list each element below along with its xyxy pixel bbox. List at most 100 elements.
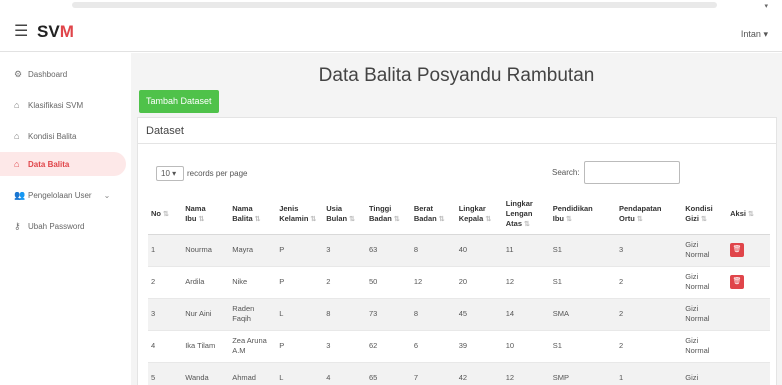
sidebar-item-pengelolaan-user[interactable]: 👥 Pengelolaan User ⌄: [0, 183, 126, 207]
column-header-label: Pendidikan Ibu: [552, 203, 593, 223]
records-per-page-select[interactable]: 10 ▾: [156, 166, 184, 181]
cell-usia: 2: [323, 266, 366, 299]
cell-nama-balita: Raden Faqih: [229, 298, 277, 331]
sidebar-item-kondisi[interactable]: ⌂ Kondisi Balita: [0, 124, 126, 148]
brand-logo[interactable]: SVM: [37, 23, 74, 41]
cell-kondisi-gizi: Gizi Normal: [682, 298, 728, 331]
sidebar-item-dashboard[interactable]: ⚙ Dashboard: [0, 62, 126, 86]
cell-usia: 4: [323, 362, 366, 385]
sort-icon: ⇅: [438, 215, 445, 223]
hamburger-menu-icon[interactable]: ☰: [14, 24, 28, 40]
column-header[interactable]: Lingkar Lengan Atas ⇅: [502, 195, 550, 235]
cell-jenis-kelamin: P: [276, 266, 324, 299]
user-menu[interactable]: Intan ▾: [741, 29, 768, 40]
cell-lingkar-lengan: 10: [502, 330, 550, 363]
dataset-card: Dataset 10 ▾ records per page Search: No…: [137, 117, 777, 385]
brand-sv: SV: [37, 22, 60, 41]
sidebar-item-label: Klasifikasi SVM: [28, 100, 84, 110]
sort-icon: ⇅: [349, 215, 355, 223]
column-header[interactable]: Usia Bulan ⇅: [323, 195, 366, 235]
column-header[interactable]: Berat Badan ⇅: [410, 195, 456, 235]
cell-no: 5: [148, 362, 183, 385]
column-header-label: No: [151, 208, 161, 218]
sidebar-item-klasifikasi[interactable]: ⌂ Klasifikasi SVM: [0, 93, 126, 117]
cell-nama-balita: Ahmad: [229, 362, 277, 385]
cell-pendapatan: 3: [616, 234, 683, 267]
cell-lingkar-lengan: 14: [502, 298, 550, 331]
cell-no: 1: [148, 234, 183, 267]
cell-aksi: 🗑: [727, 266, 770, 299]
cell-pendidikan: SMA: [549, 298, 616, 331]
column-header[interactable]: Pendidikan Ibu ⇅: [549, 195, 616, 235]
add-dataset-button[interactable]: Tambah Dataset: [139, 90, 219, 113]
column-header[interactable]: Lingkar Kepala ⇅: [455, 195, 503, 235]
table-row: 5 Wanda Ahmad L 4 65 7 42 12 SMP 1 Gizi: [148, 362, 770, 385]
sidebar-item-data-balita[interactable]: ⌂ Data Balita: [0, 152, 126, 176]
cell-berat: 8: [410, 234, 456, 267]
home-icon: ⌂: [14, 159, 20, 169]
column-header-label: Lingkar Kepala: [458, 203, 486, 223]
column-header[interactable]: Tinggi Badan ⇅: [365, 195, 411, 235]
column-header[interactable]: Pendapatan Ortu ⇅: [616, 195, 683, 235]
sidebar-item-label: Data Balita: [28, 159, 70, 169]
cell-kondisi-gizi: Gizi Normal: [682, 234, 728, 267]
scrollbar[interactable]: [72, 2, 717, 8]
cell-pendidikan: S1: [549, 266, 616, 299]
sort-icon: ⇅: [310, 215, 317, 223]
records-per-page-label: records per page: [187, 169, 248, 178]
column-header[interactable]: Aksi ⇅: [727, 195, 770, 235]
search-area: Search:: [552, 161, 680, 184]
cell-lingkar-kepala: 42: [455, 362, 503, 385]
cell-nama-balita: Nike: [229, 266, 277, 299]
records-per-page: 10 ▾ records per page: [156, 166, 247, 181]
user-name: Intan: [740, 29, 761, 39]
cell-nama-balita: Zea Aruna A.M: [229, 330, 277, 363]
column-header-label: Aksi: [730, 208, 746, 218]
sort-icon: ⇅: [485, 215, 492, 223]
column-header-label: Jenis Kelamin: [279, 203, 309, 223]
cell-jenis-kelamin: P: [276, 330, 324, 363]
cell-nama-ibu: Nourma: [182, 234, 230, 267]
cell-usia: 8: [323, 298, 366, 331]
chevron-down-icon: ▾: [764, 3, 768, 10]
cell-tinggi: 73: [365, 298, 411, 331]
column-header[interactable]: No ⇅: [148, 195, 183, 235]
cell-pendidikan: S1: [549, 234, 616, 267]
browser-strip: ▾: [0, 0, 782, 12]
cell-lingkar-kepala: 20: [455, 266, 503, 299]
trash-icon: 🗑: [732, 246, 742, 253]
delete-button[interactable]: 🗑: [730, 275, 745, 289]
cell-berat: 7: [410, 362, 456, 385]
card-title: Dataset: [138, 118, 776, 144]
cell-aksi: [727, 330, 770, 363]
cell-tinggi: 63: [365, 234, 411, 267]
cell-lingkar-lengan: 12: [502, 266, 550, 299]
table-row: 1 Nourma Mayra P 3 63 8 40 11 S1 3 Gizi …: [148, 234, 770, 267]
delete-button[interactable]: 🗑: [730, 243, 745, 257]
cell-usia: 3: [323, 234, 366, 267]
cell-nama-ibu: Nur Aini: [182, 298, 230, 331]
sort-icon: ⇅: [393, 215, 400, 223]
column-header-label: Tinggi Badan: [368, 203, 392, 223]
cell-jenis-kelamin: L: [276, 362, 324, 385]
trash-icon: 🗑: [732, 278, 742, 285]
search-input[interactable]: [583, 161, 680, 184]
cell-jenis-kelamin: L: [276, 298, 324, 331]
column-header-label: Kondisi Gizi: [685, 203, 713, 223]
cell-berat: 6: [410, 330, 456, 363]
page-title: Data Balita Posyandu Rambutan: [318, 65, 595, 86]
column-header-label: Usia Bulan: [326, 203, 348, 223]
sort-icon: ⇅: [747, 210, 754, 218]
column-header[interactable]: Jenis Kelamin ⇅: [276, 195, 324, 235]
column-header[interactable]: Kondisi Gizi ⇅: [682, 195, 728, 235]
cell-kondisi-gizi: Gizi: [682, 362, 728, 385]
cell-nama-balita: Mayra: [229, 234, 277, 267]
sidebar-item-label: Dashboard: [28, 69, 68, 79]
sort-icon: ⇅: [254, 215, 261, 223]
column-header[interactable]: Nama Ibu ⇅: [182, 195, 230, 235]
sidebar-item-ubah-password[interactable]: ⚷ Ubah Password: [0, 214, 126, 238]
sort-icon: ⇅: [163, 210, 169, 218]
column-header[interactable]: Nama Balita ⇅: [229, 195, 277, 235]
cell-tinggi: 50: [365, 266, 411, 299]
main-content: Data Balita Posyandu Rambutan Tambah Dat…: [131, 53, 782, 385]
